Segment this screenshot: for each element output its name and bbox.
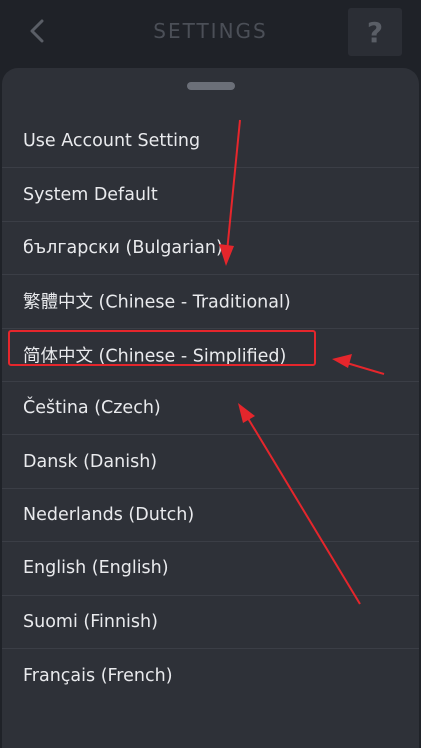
language-option-account[interactable]: Use Account Setting [2,115,419,169]
language-option-czech[interactable]: Čeština (Czech) [2,382,419,436]
top-bar: SETTINGS ? [0,0,421,62]
language-option-finnish[interactable]: Suomi (Finnish) [2,596,419,649]
language-label: 繁體中文 (Chinese - Traditional) [23,292,291,313]
question-icon: ? [366,15,384,49]
language-option-bulgarian[interactable]: български (Bulgarian) [2,222,419,276]
language-label: 简体中文 (Chinese - Simplified) [23,346,287,367]
language-option-english[interactable]: English (English) [2,542,419,596]
language-label: Français (French) [23,665,173,686]
language-label: English (English) [23,558,169,579]
language-label: Suomi (Finnish) [23,611,158,632]
help-button[interactable]: ? [348,8,402,56]
language-option-french[interactable]: Français (French) [2,649,419,702]
language-option-chinese-traditional[interactable]: 繁體中文 (Chinese - Traditional) [2,275,419,329]
language-option-dutch[interactable]: Nederlands (Dutch) [2,489,419,543]
language-label: Use Account Setting [23,131,201,152]
language-list: Use Account Setting System Default бълга… [2,115,419,702]
language-label: Nederlands (Dutch) [23,504,195,525]
language-label: Čeština (Czech) [23,398,161,419]
language-option-system[interactable]: System Default [2,168,419,222]
language-label: български (Bulgarian) [23,237,223,258]
language-sheet: Use Account Setting System Default бълга… [2,68,419,748]
language-label: System Default [23,184,158,205]
language-option-danish[interactable]: Dansk (Danish) [2,435,419,489]
sheet-drag-handle[interactable] [187,82,235,90]
language-label: Dansk (Danish) [23,451,158,472]
language-option-chinese-simplified[interactable]: 简体中文 (Chinese - Simplified) [2,329,419,382]
